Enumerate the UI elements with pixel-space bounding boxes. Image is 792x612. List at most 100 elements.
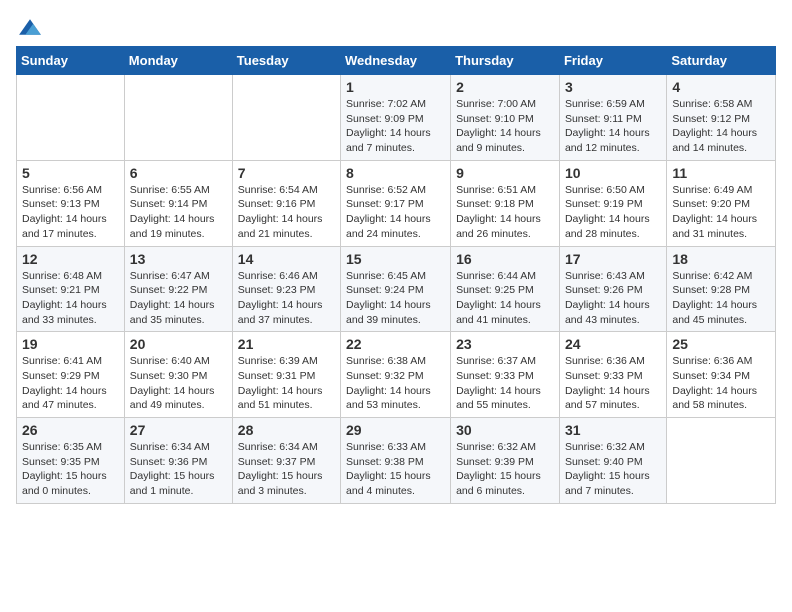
calendar-table: SundayMondayTuesdayWednesdayThursdayFrid… xyxy=(16,46,776,504)
calendar-cell xyxy=(667,418,776,504)
cell-info: Sunrise: 6:45 AM Sunset: 9:24 PM Dayligh… xyxy=(346,269,445,328)
cell-info: Sunrise: 6:43 AM Sunset: 9:26 PM Dayligh… xyxy=(565,269,661,328)
cell-info: Sunrise: 6:35 AM Sunset: 9:35 PM Dayligh… xyxy=(22,440,119,499)
calendar-cell: 26 Sunrise: 6:35 AM Sunset: 9:35 PM Dayli… xyxy=(17,418,125,504)
day-number: 8 xyxy=(346,165,445,181)
cell-info: Sunrise: 6:40 AM Sunset: 9:30 PM Dayligh… xyxy=(130,354,227,413)
cell-info: Sunrise: 7:00 AM Sunset: 9:10 PM Dayligh… xyxy=(456,97,554,156)
cell-info: Sunrise: 6:46 AM Sunset: 9:23 PM Dayligh… xyxy=(238,269,335,328)
weekday-header: Sunday xyxy=(17,47,125,75)
day-number: 2 xyxy=(456,79,554,95)
day-number: 30 xyxy=(456,422,554,438)
cell-info: Sunrise: 6:51 AM Sunset: 9:18 PM Dayligh… xyxy=(456,183,554,242)
cell-info: Sunrise: 6:37 AM Sunset: 9:33 PM Dayligh… xyxy=(456,354,554,413)
day-number: 15 xyxy=(346,251,445,267)
calendar-cell: 8 Sunrise: 6:52 AM Sunset: 9:17 PM Daylig… xyxy=(341,160,451,246)
cell-info: Sunrise: 6:50 AM Sunset: 9:19 PM Dayligh… xyxy=(565,183,661,242)
page-header xyxy=(16,16,776,38)
calendar-week-row: 12 Sunrise: 6:48 AM Sunset: 9:21 PM Dayli… xyxy=(17,246,776,332)
calendar-cell: 19 Sunrise: 6:41 AM Sunset: 9:29 PM Dayli… xyxy=(17,332,125,418)
calendar-cell: 29 Sunrise: 6:33 AM Sunset: 9:38 PM Dayli… xyxy=(341,418,451,504)
calendar-cell: 9 Sunrise: 6:51 AM Sunset: 9:18 PM Daylig… xyxy=(451,160,560,246)
calendar-week-row: 19 Sunrise: 6:41 AM Sunset: 9:29 PM Dayli… xyxy=(17,332,776,418)
calendar-week-row: 26 Sunrise: 6:35 AM Sunset: 9:35 PM Dayli… xyxy=(17,418,776,504)
calendar-cell: 30 Sunrise: 6:32 AM Sunset: 9:39 PM Dayli… xyxy=(451,418,560,504)
calendar-cell: 6 Sunrise: 6:55 AM Sunset: 9:14 PM Daylig… xyxy=(124,160,232,246)
calendar-cell: 18 Sunrise: 6:42 AM Sunset: 9:28 PM Dayli… xyxy=(667,246,776,332)
day-number: 31 xyxy=(565,422,661,438)
day-number: 21 xyxy=(238,336,335,352)
day-number: 17 xyxy=(565,251,661,267)
day-number: 24 xyxy=(565,336,661,352)
day-number: 12 xyxy=(22,251,119,267)
calendar-body: 1 Sunrise: 7:02 AM Sunset: 9:09 PM Daylig… xyxy=(17,75,776,504)
logo xyxy=(16,16,48,38)
calendar-cell xyxy=(17,75,125,161)
weekday-header: Tuesday xyxy=(232,47,340,75)
cell-info: Sunrise: 6:33 AM Sunset: 9:38 PM Dayligh… xyxy=(346,440,445,499)
cell-info: Sunrise: 6:56 AM Sunset: 9:13 PM Dayligh… xyxy=(22,183,119,242)
cell-info: Sunrise: 6:47 AM Sunset: 9:22 PM Dayligh… xyxy=(130,269,227,328)
cell-info: Sunrise: 6:36 AM Sunset: 9:34 PM Dayligh… xyxy=(672,354,770,413)
weekday-header: Friday xyxy=(559,47,666,75)
day-number: 23 xyxy=(456,336,554,352)
calendar-week-row: 1 Sunrise: 7:02 AM Sunset: 9:09 PM Daylig… xyxy=(17,75,776,161)
day-number: 6 xyxy=(130,165,227,181)
calendar-cell: 20 Sunrise: 6:40 AM Sunset: 9:30 PM Dayli… xyxy=(124,332,232,418)
weekday-header: Wednesday xyxy=(341,47,451,75)
cell-info: Sunrise: 6:34 AM Sunset: 9:37 PM Dayligh… xyxy=(238,440,335,499)
day-number: 16 xyxy=(456,251,554,267)
calendar-cell: 1 Sunrise: 7:02 AM Sunset: 9:09 PM Daylig… xyxy=(341,75,451,161)
day-number: 19 xyxy=(22,336,119,352)
day-number: 29 xyxy=(346,422,445,438)
day-number: 7 xyxy=(238,165,335,181)
calendar-cell xyxy=(124,75,232,161)
day-number: 5 xyxy=(22,165,119,181)
cell-info: Sunrise: 6:44 AM Sunset: 9:25 PM Dayligh… xyxy=(456,269,554,328)
day-number: 28 xyxy=(238,422,335,438)
day-number: 9 xyxy=(456,165,554,181)
cell-info: Sunrise: 6:32 AM Sunset: 9:39 PM Dayligh… xyxy=(456,440,554,499)
cell-info: Sunrise: 6:38 AM Sunset: 9:32 PM Dayligh… xyxy=(346,354,445,413)
calendar-cell: 23 Sunrise: 6:37 AM Sunset: 9:33 PM Dayli… xyxy=(451,332,560,418)
calendar-cell: 3Sunrise: 6:59 AM Sunset: 9:11 PM Daylig… xyxy=(559,75,666,161)
calendar-cell: 22Sunrise: 6:38 AM Sunset: 9:32 PM Dayli… xyxy=(341,332,451,418)
calendar-cell xyxy=(232,75,340,161)
cell-info: Sunrise: 6:58 AM Sunset: 9:12 PM Dayligh… xyxy=(672,97,770,156)
day-number: 10 xyxy=(565,165,661,181)
calendar-cell: 17 Sunrise: 6:43 AM Sunset: 9:26 PM Dayli… xyxy=(559,246,666,332)
cell-info: Sunrise: 6:39 AM Sunset: 9:31 PM Dayligh… xyxy=(238,354,335,413)
cell-info: Sunrise: 6:32 AM Sunset: 9:40 PM Dayligh… xyxy=(565,440,661,499)
day-number: 26 xyxy=(22,422,119,438)
logo-icon xyxy=(16,16,44,38)
weekday-header-row: SundayMondayTuesdayWednesdayThursdayFrid… xyxy=(17,47,776,75)
day-number: 27 xyxy=(130,422,227,438)
day-number: 20 xyxy=(130,336,227,352)
cell-info: Sunrise: 6:42 AM Sunset: 9:28 PM Dayligh… xyxy=(672,269,770,328)
day-number: 18 xyxy=(672,251,770,267)
calendar-cell: 2 Sunrise: 7:00 AM Sunset: 9:10 PM Daylig… xyxy=(451,75,560,161)
calendar-cell: 5 Sunrise: 6:56 AM Sunset: 9:13 PM Daylig… xyxy=(17,160,125,246)
weekday-header: Saturday xyxy=(667,47,776,75)
day-number: 25 xyxy=(672,336,770,352)
calendar-cell: 27 Sunrise: 6:34 AM Sunset: 9:36 PM Dayli… xyxy=(124,418,232,504)
day-number: 11 xyxy=(672,165,770,181)
cell-info: Sunrise: 6:34 AM Sunset: 9:36 PM Dayligh… xyxy=(130,440,227,499)
cell-info: Sunrise: 6:36 AM Sunset: 9:33 PM Dayligh… xyxy=(565,354,661,413)
cell-info: Sunrise: 6:55 AM Sunset: 9:14 PM Dayligh… xyxy=(130,183,227,242)
calendar-cell: 15 Sunrise: 6:45 AM Sunset: 9:24 PM Dayli… xyxy=(341,246,451,332)
cell-info: Sunrise: 6:48 AM Sunset: 9:21 PM Dayligh… xyxy=(22,269,119,328)
calendar-cell: 4 Sunrise: 6:58 AM Sunset: 9:12 PM Daylig… xyxy=(667,75,776,161)
cell-info: Sunrise: 6:41 AM Sunset: 9:29 PM Dayligh… xyxy=(22,354,119,413)
cell-info: Sunrise: 7:02 AM Sunset: 9:09 PM Dayligh… xyxy=(346,97,445,156)
day-number: 3 xyxy=(565,79,661,95)
weekday-header: Monday xyxy=(124,47,232,75)
calendar-cell: 24 Sunrise: 6:36 AM Sunset: 9:33 PM Dayli… xyxy=(559,332,666,418)
cell-info: Sunrise: 6:52 AM Sunset: 9:17 PM Dayligh… xyxy=(346,183,445,242)
calendar-cell: 21 Sunrise: 6:39 AM Sunset: 9:31 PM Dayli… xyxy=(232,332,340,418)
cell-info: Sunrise: 6:49 AM Sunset: 9:20 PM Dayligh… xyxy=(672,183,770,242)
day-number: 4 xyxy=(672,79,770,95)
calendar-cell: 11 Sunrise: 6:49 AM Sunset: 9:20 PM Dayli… xyxy=(667,160,776,246)
day-number: 14 xyxy=(238,251,335,267)
day-number: 1 xyxy=(346,79,445,95)
